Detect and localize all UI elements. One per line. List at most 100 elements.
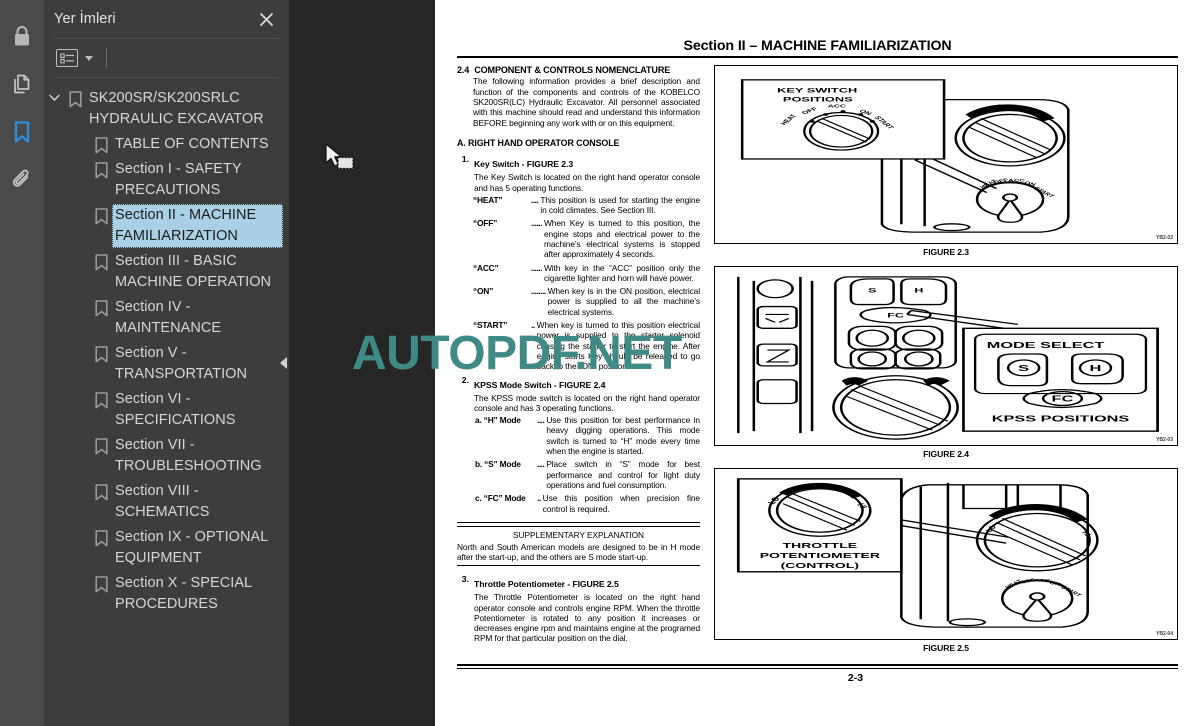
bookmark-item[interactable]: Section V - TRANSPORTATION: [44, 341, 289, 387]
list-item: “START” .. When key is turned to this po…: [473, 320, 700, 371]
svg-text:ON: ON: [1048, 581, 1063, 588]
panel-header: Yer İmleri: [44, 0, 289, 38]
bookmark-item-label: Section X - SPECIAL PROCEDURES: [115, 575, 252, 612]
figure-2-5: HEAT OFF ACC ON START LO HI LO HI THROTT…: [714, 468, 1178, 641]
bookmark-tree: SK200SR/SK200SRLC HYDRAULIC EXCAVATOR TAB…: [44, 78, 289, 726]
def-term: “OFF”: [473, 218, 498, 229]
bookmark-item-label: TABLE OF CONTENTS: [115, 136, 269, 152]
block-a-heading: A. RIGHT HAND OPERATOR CONSOLE: [457, 138, 620, 149]
list-item: “ON” ........ When key is in the ON posi…: [473, 286, 700, 317]
figure-2-4: MODE SELECT S H FC KPSS POSITIONS S H FC…: [714, 266, 1178, 447]
list-item: a. “H” Mode .... Use this position for b…: [457, 415, 700, 456]
figure-2-4-button-fc: FC: [1051, 394, 1074, 404]
section-title: COMPONENT & CONTROLS NOMENCLATURE: [474, 65, 671, 76]
item-title: Throttle Potentiometer - FIGURE 2.5: [474, 579, 619, 590]
toolbar-separator: [106, 48, 107, 68]
bookmark-item[interactable]: Section IX - OPTIONAL EQUIPMENT: [44, 525, 289, 571]
page-footer: 2-3: [457, 664, 1178, 684]
bookmark-item-label: Section VI - SPECIFICATIONS: [115, 391, 236, 428]
list-item: 3. Throttle Potentiometer - FIGURE 2.5 T…: [457, 574, 700, 643]
def-text: When key is turned to this position elec…: [536, 320, 700, 372]
bookmark-item-label: Section II - MACHINE FAMILIARIZATION: [112, 204, 283, 248]
sub-dots: ....: [537, 459, 545, 470]
bookmark-icon: [90, 204, 112, 225]
bookmarks-panel: Yer İmleri SK200SR/SK200SRLC HYDRAULIC E…: [44, 0, 290, 726]
bookmark-item-label: SK200SR/SK200SRLC HYDRAULIC EXCAVATOR: [89, 90, 264, 127]
rail-item-bookmarks[interactable]: [0, 108, 44, 156]
sidebar-icon-rail: [0, 0, 44, 726]
bookmark-item[interactable]: Section IV - MAINTENANCE: [44, 295, 289, 341]
svg-text:H: H: [914, 288, 923, 295]
figure-2-4-callout-1: MODE SELECT: [987, 341, 1105, 351]
rail-item-lock[interactable]: [0, 12, 44, 60]
bookmark-icon: [90, 434, 112, 455]
bookmark-icon: [90, 296, 112, 317]
chevron-left-icon: [280, 357, 287, 369]
bookmark-item-label: Section VII - TROUBLESHOOTING: [115, 437, 262, 474]
footer-rule: [457, 664, 1178, 666]
text-column: 2.4 COMPONENT & CONTROLS NOMENCLATURE Th…: [457, 65, 700, 662]
sub-text: Use this position when precision fine co…: [542, 493, 700, 514]
bookmark-item[interactable]: Section VIII - SCHEMATICS: [44, 479, 289, 525]
chevron-down-icon[interactable]: [85, 55, 93, 61]
bookmark-item[interactable]: Section VII - TROUBLESHOOTING: [44, 433, 289, 479]
close-icon: [259, 12, 273, 26]
item-number: 2.: [461, 374, 469, 385]
bookmark-item-label: Section IV - MAINTENANCE: [115, 299, 222, 336]
bookmark-icon: [90, 250, 112, 271]
def-dots: ....: [531, 194, 539, 205]
svg-text:HI: HI: [1080, 531, 1093, 537]
rail-item-page-thumbnails[interactable]: [0, 60, 44, 108]
bookmark-item[interactable]: Section X - SPECIAL PROCEDURES: [44, 571, 289, 617]
bookmark-icon: [90, 572, 112, 593]
bookmark-item[interactable]: Section VI - SPECIFICATIONS: [44, 387, 289, 433]
figure-2-4-callout-2: KPSS POSITIONS: [992, 414, 1130, 424]
supplementary-body: North and South American models are desi…: [457, 541, 700, 563]
document-canvas[interactable]: Section II – MACHINE FAMILIARIZATION 2.4…: [289, 0, 1200, 726]
bookmark-icon: [90, 158, 112, 179]
figure-2-3-callout-1: KEY SWITCH: [777, 88, 857, 95]
section-intro: The following information provides a bri…: [473, 76, 700, 128]
sub-term: c. “FC” Mode: [475, 493, 526, 504]
list-item: 1. Key Switch - FIGURE 2.3 The Key Switc…: [457, 154, 700, 193]
item-title: KPSS Mode Switch - FIGURE 2.4: [474, 379, 606, 390]
bookmark-item[interactable]: TABLE OF CONTENTS: [44, 132, 289, 157]
bookmark-icon: [90, 133, 112, 154]
lock-icon: [11, 24, 33, 48]
svg-text:ON: ON: [1023, 181, 1038, 188]
bookmark-item-label: Section V - TRANSPORTATION: [115, 345, 248, 382]
list-options-icon[interactable]: [56, 49, 78, 67]
chevron-down-icon[interactable]: [44, 87, 64, 102]
svg-text:S: S: [868, 288, 877, 295]
def-term: “ACC”: [473, 262, 499, 273]
def-dots: ......: [531, 262, 542, 273]
figure-2-3-drawing: HEAT OFF ACC ON START KEY SWITCH POSITIO…: [740, 79, 1070, 233]
close-button[interactable]: [255, 8, 277, 30]
figure-2-3-callout-2: POSITIONS: [783, 97, 853, 104]
item-body: The Key Switch is located on the right h…: [474, 172, 700, 193]
bookmark-item[interactable]: Section I - SAFETY PRECAUTIONS: [44, 157, 289, 203]
rail-item-attachments[interactable]: [0, 156, 44, 204]
bookmark-item[interactable]: Section II - MACHINE FAMILIARIZATION: [44, 203, 289, 249]
def-text: With key in the “ACC” position only the …: [543, 262, 700, 283]
def-text: This position is used for starting the e…: [540, 194, 700, 216]
panel-title: Yer İmleri: [54, 11, 116, 27]
figure-2-5-drawing: HEAT OFF ACC ON START LO HI LO HI THROTT…: [736, 478, 1099, 628]
list-item: 2. KPSS Mode Switch - FIGURE 2.4 The KPS…: [457, 375, 700, 414]
list-item: c. “FC” Mode .. Use this position when p…: [457, 493, 700, 514]
bookmark-item[interactable]: Section III - BASIC MACHINE OPERATION: [44, 249, 289, 295]
item-body: The Throttle Potentiometer is located on…: [474, 592, 700, 644]
sub-term: a. “H” Mode: [475, 415, 521, 426]
bookmark-item[interactable]: SK200SR/SK200SRLC HYDRAULIC EXCAVATOR: [44, 86, 289, 132]
bookmark-icon: [13, 120, 31, 144]
bookmark-item-label: Section VIII - SCHEMATICS: [115, 483, 210, 520]
list-item: “HEAT” .... This position is used for st…: [473, 195, 700, 216]
item-title: Key Switch - FIGURE 2.3: [474, 159, 574, 170]
bookmark-item-label: Section III - BASIC MACHINE OPERATION: [115, 253, 272, 290]
list-item: “OFF” ...... When Key is turned to this …: [473, 218, 700, 259]
